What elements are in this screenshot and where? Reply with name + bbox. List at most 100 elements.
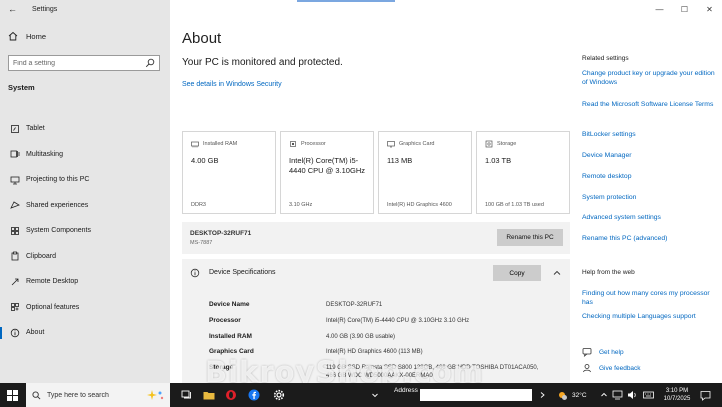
get-help-label: Get help (599, 348, 624, 356)
license-terms-link[interactable]: Read the Microsoft Software License Term… (582, 100, 718, 109)
settings-search-box[interactable] (8, 55, 160, 71)
task-view-icon[interactable] (176, 383, 198, 407)
help-title: Help from the web (582, 269, 635, 276)
give-feedback-link[interactable]: Give feedback (582, 363, 641, 373)
main-content: About Your PC is monitored and protected… (170, 0, 570, 383)
chevron-up-icon[interactable] (600, 383, 608, 407)
languages-help-link[interactable]: Checking multiple Languages support (582, 312, 718, 321)
get-help-link[interactable]: Get help (582, 347, 624, 357)
search-icon (32, 390, 41, 399)
clock-time: 3:10 PM (665, 388, 689, 394)
spec-key: Processor (209, 317, 241, 324)
spec-key: Device Name (209, 301, 250, 308)
home-label: Home (26, 31, 47, 41)
sidebar-item-label: Multitasking (26, 150, 63, 158)
sidebar-item-system-components[interactable]: System Components (0, 218, 170, 244)
feedback-icon (582, 363, 592, 373)
card-label: Installed RAM (203, 141, 238, 147)
spec-key: Installed RAM (209, 333, 252, 340)
system-components-icon (10, 226, 20, 236)
weather-sun-icon (559, 392, 567, 400)
card-sub: 3.10 GHz (289, 202, 313, 208)
sidebar-item-multitasking[interactable]: Multitasking (0, 142, 170, 168)
info-icon (190, 268, 200, 278)
product-key-link[interactable]: Change product key or upgrade your editi… (582, 69, 718, 87)
close-button[interactable]: ✕ (697, 0, 722, 18)
give-feedback-label: Give feedback (599, 364, 641, 372)
sidebar-nav-list: Tablet Multitasking Projecting to this P… (0, 116, 170, 346)
taskbar: Address 32°C 3:10 PM 10/7/2025 (0, 383, 722, 407)
spec-value: 119 GB SSD Ramsta SSD S800 128GB, 466 GB… (326, 365, 539, 379)
cores-help-link[interactable]: Finding out how many cores my processor … (582, 289, 718, 307)
volume-icon[interactable] (627, 383, 638, 407)
opera-icon[interactable] (220, 383, 242, 407)
sidebar-item-tablet[interactable]: Tablet (0, 116, 170, 142)
protection-status-text: Your PC is monitored and protected. (182, 57, 343, 68)
multitasking-icon (10, 149, 20, 159)
device-spec-header[interactable]: Device Specifications Copy (182, 259, 570, 287)
windows-security-link[interactable]: See details in Windows Security (182, 81, 282, 88)
device-spec-body: Device Name DESKTOP-32RUF71 Processor Inte… (182, 287, 570, 383)
sidebar-item-label: Projecting to this PC (26, 176, 90, 184)
rename-pc-advanced-link[interactable]: Rename this PC (advanced) (582, 234, 718, 243)
weather-temperature: 32°C (572, 391, 587, 399)
network-icon[interactable] (612, 383, 623, 407)
minimize-button[interactable]: — (647, 0, 672, 18)
toolbar-expand-icon[interactable] (534, 383, 552, 407)
sidebar-item-projecting[interactable]: Projecting to this PC (0, 167, 170, 193)
rename-pc-button[interactable]: Rename this PC (497, 229, 563, 246)
sidebar-item-label: Shared experiences (26, 201, 89, 209)
system-clock[interactable]: 3:10 PM 10/7/2025 (660, 387, 694, 403)
title-bar: ← Settings (0, 0, 170, 18)
remote-desktop-icon (10, 277, 20, 287)
card-value: 113 MB (387, 156, 413, 165)
advanced-system-settings-link[interactable]: Advanced system settings (582, 213, 718, 222)
address-toolbar-label: Address (394, 387, 418, 394)
settings-gear-icon[interactable] (268, 383, 290, 407)
copy-button[interactable]: Copy (493, 265, 541, 281)
device-spec-title: Device Specifications (209, 269, 276, 276)
system-protection-link[interactable]: System protection (582, 193, 718, 202)
sidebar-item-clipboard[interactable]: Clipboard (0, 244, 170, 270)
facebook-icon[interactable] (243, 383, 265, 407)
pc-model: MS-7887 (190, 240, 213, 246)
sidebar-item-label: Optional features (26, 303, 80, 311)
card-sub: DDR3 (191, 202, 206, 208)
home-icon (8, 31, 18, 41)
chevron-up-icon[interactable] (552, 268, 562, 278)
chevron-down-icon[interactable] (364, 383, 386, 407)
spec-value: 4.00 GB (3.90 GB usable) (326, 334, 396, 340)
ram-icon (191, 140, 199, 148)
card-value: Intel(R) Core(TM) i5-4440 CPU @ 3.10GHz (289, 156, 365, 175)
spec-key: Graphics Card (209, 348, 254, 355)
spec-cards: Installed RAM 4.00 GB DDR3 Processor Int… (182, 131, 570, 214)
card-installed-ram: Installed RAM 4.00 GB DDR3 (182, 131, 276, 214)
sidebar-item-about[interactable]: About (0, 320, 170, 346)
maximize-button[interactable]: ☐ (672, 0, 697, 18)
search-icon[interactable] (145, 58, 155, 68)
spec-row: Storage 119 GB SSD Ramsta SSD S800 128GB,… (209, 364, 541, 380)
keyboard-language-icon[interactable] (643, 383, 654, 407)
folder-app-icon[interactable] (198, 383, 220, 407)
remote-desktop-link[interactable]: Remote desktop (582, 172, 718, 181)
taskbar-search-box[interactable] (26, 383, 170, 407)
device-manager-link[interactable]: Device Manager (582, 151, 718, 160)
spec-row: Processor Intel(R) Core(TM) i5-4440 CPU @… (209, 317, 469, 324)
card-sub: Intel(R) HD Graphics 4600 (387, 202, 452, 208)
sidebar-item-optional-features[interactable]: Optional features (0, 295, 170, 321)
taskbar-search-input[interactable] (47, 391, 147, 399)
bitlocker-link[interactable]: BitLocker settings (582, 130, 718, 139)
spec-row: Graphics Card Intel(R) HD Graphics 4600 (… (209, 348, 423, 355)
window-title: Settings (32, 5, 58, 13)
back-arrow-icon[interactable]: ← (8, 4, 20, 14)
weather-widget[interactable]: 32°C (556, 383, 587, 407)
optional-features-icon (10, 302, 20, 312)
start-button[interactable] (0, 383, 24, 407)
nav-home[interactable]: Home (8, 31, 46, 41)
sidebar-item-shared-experiences[interactable]: Shared experiences (0, 193, 170, 219)
sidebar: ← Settings Home System Tablet Multitaski… (0, 0, 170, 383)
address-toolbar-input[interactable] (420, 389, 532, 401)
settings-search-input[interactable] (13, 59, 141, 67)
sidebar-item-remote-desktop[interactable]: Remote Desktop (0, 269, 170, 295)
notifications-icon[interactable] (700, 383, 711, 407)
